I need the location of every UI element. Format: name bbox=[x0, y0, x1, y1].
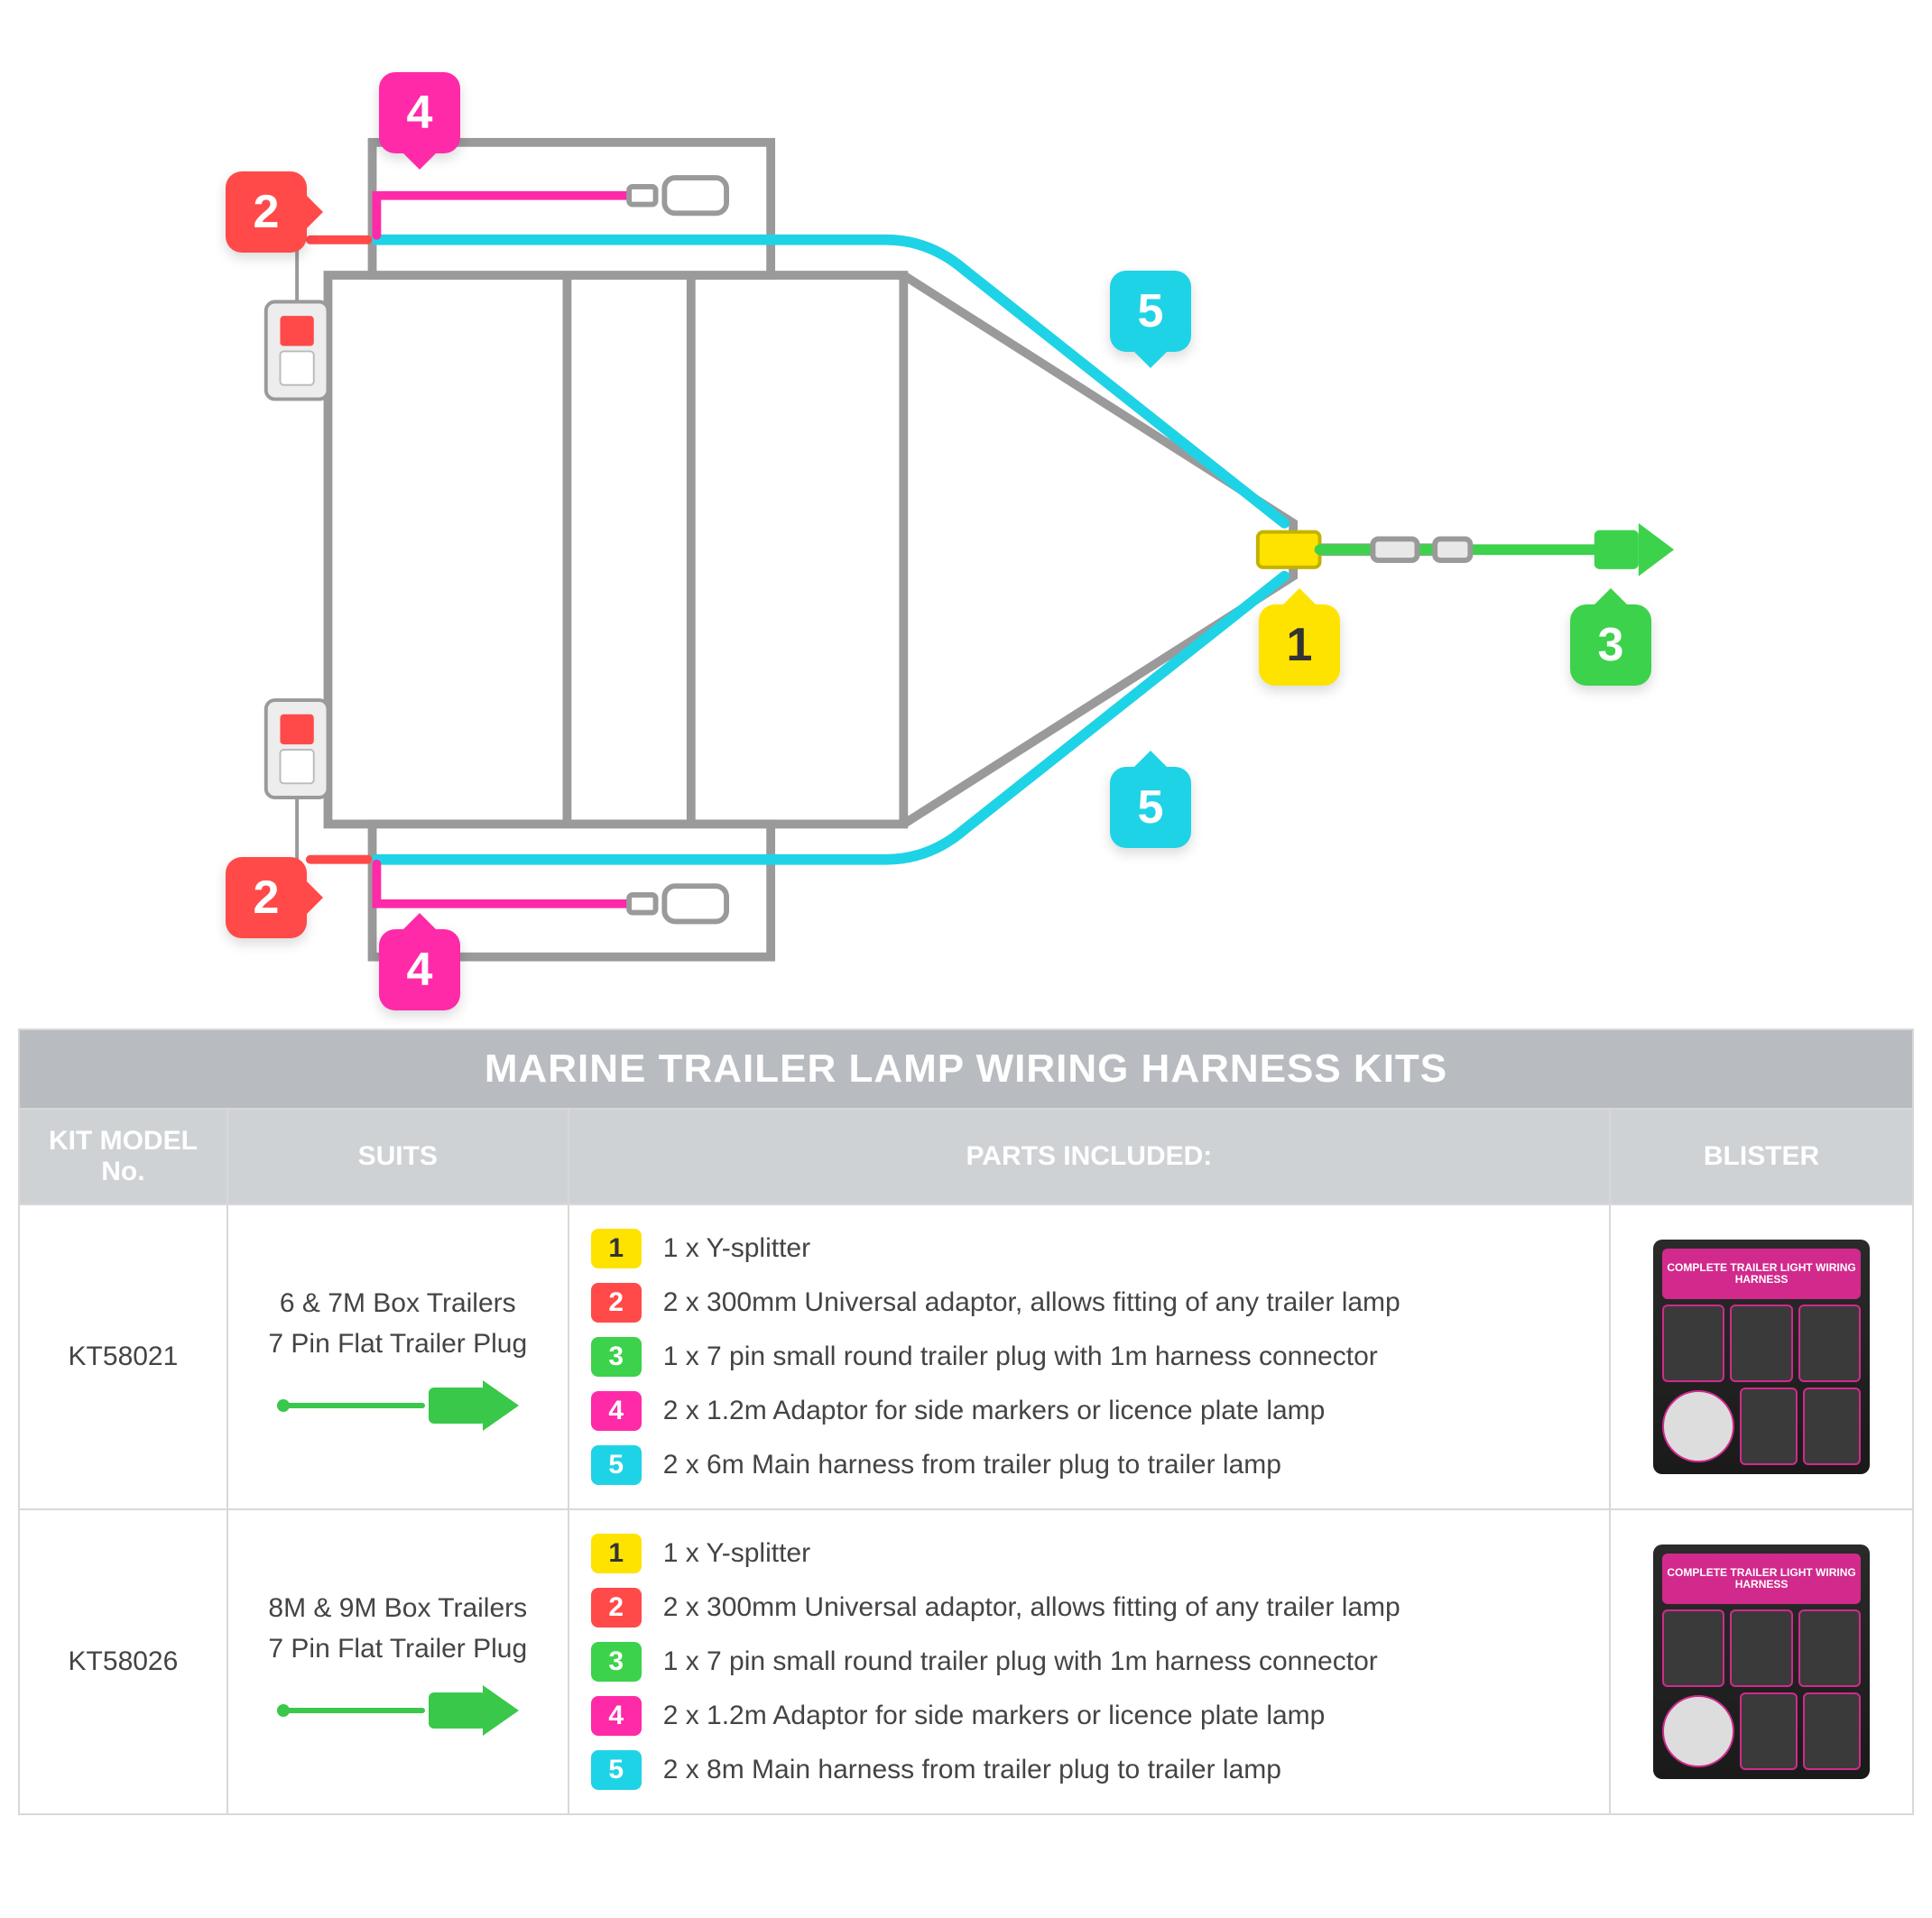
callout-1-label: 1 bbox=[1287, 618, 1313, 672]
cell-model: KT58021 bbox=[19, 1204, 227, 1509]
part-text: 2 x 1.2m Adaptor for side markers or lic… bbox=[663, 1701, 1326, 1731]
hdr-blister: BLISTER bbox=[1610, 1109, 1913, 1204]
part-text: 2 x 1.2m Adaptor for side markers or lic… bbox=[663, 1396, 1326, 1426]
flat-plug-icon bbox=[281, 1685, 515, 1736]
part-tag-4: 4 bbox=[591, 1391, 642, 1431]
suits-text: 6 & 7M Box Trailers7 Pin Flat Trailer Pl… bbox=[250, 1283, 546, 1364]
part-text: 2 x 8m Main harness from trailer plug to… bbox=[663, 1755, 1281, 1785]
suits-text: 8M & 9M Box Trailers7 Pin Flat Trailer P… bbox=[250, 1588, 546, 1669]
callout-2-label: 2 bbox=[254, 185, 280, 239]
callout-2-label: 2 bbox=[254, 871, 280, 925]
cell-blister: COMPLETE TRAILER LIGHT WIRING HARNESS bbox=[1610, 1509, 1913, 1814]
callout-3-label: 3 bbox=[1598, 618, 1624, 672]
callout-5-top: 5 bbox=[1110, 271, 1191, 352]
part-tag-3: 3 bbox=[591, 1337, 642, 1377]
cell-parts: 1 1 x Y-splitter 2 2 x 300mm Universal adap… bbox=[569, 1509, 1610, 1814]
part-item: 2 2 x 300mm Universal adaptor, allows fit… bbox=[591, 1276, 1587, 1330]
part-item: 1 1 x Y-splitter bbox=[591, 1222, 1587, 1276]
callout-4-bottom: 4 bbox=[379, 929, 460, 1010]
spec-table: MARINE TRAILER LAMP WIRING HARNESS KITS … bbox=[18, 1028, 1914, 1815]
part-text: 1 x Y-splitter bbox=[663, 1233, 810, 1264]
part-tag-1: 1 bbox=[591, 1534, 642, 1573]
callout-1: 1 bbox=[1259, 604, 1340, 686]
part-item: 4 2 x 1.2m Adaptor for side markers or li… bbox=[591, 1384, 1587, 1438]
hdr-model: KIT MODEL No. bbox=[19, 1109, 227, 1204]
callout-4-label: 4 bbox=[407, 86, 433, 140]
cell-model: KT58026 bbox=[19, 1509, 227, 1814]
blister-pack-icon: COMPLETE TRAILER LIGHT WIRING HARNESS bbox=[1653, 1240, 1870, 1474]
table-row: KT58021 6 & 7M Box Trailers7 Pin Flat Tra… bbox=[19, 1204, 1913, 1509]
part-tag-3: 3 bbox=[591, 1642, 642, 1682]
callout-5-bottom: 5 bbox=[1110, 767, 1191, 848]
cell-blister: COMPLETE TRAILER LIGHT WIRING HARNESS bbox=[1610, 1204, 1913, 1509]
cell-suits: 8M & 9M Box Trailers7 Pin Flat Trailer P… bbox=[227, 1509, 569, 1814]
part-item: 2 2 x 300mm Universal adaptor, allows fit… bbox=[591, 1581, 1587, 1635]
hdr-parts: PARTS INCLUDED: bbox=[569, 1109, 1610, 1204]
part-item: 3 1 x 7 pin small round trailer plug with… bbox=[591, 1330, 1587, 1384]
part-text: 2 x 6m Main harness from trailer plug to… bbox=[663, 1450, 1281, 1480]
trailer-wiring-diagram: 1 2 2 3 4 4 5 5 bbox=[18, 18, 1914, 1010]
hdr-suits: SUITS bbox=[227, 1109, 569, 1204]
callout-4-top: 4 bbox=[379, 72, 460, 153]
part-text: 1 x Y-splitter bbox=[663, 1538, 810, 1569]
part-text: 2 x 300mm Universal adaptor, allows fitt… bbox=[663, 1592, 1400, 1623]
part-tag-5: 5 bbox=[591, 1750, 642, 1790]
cell-parts: 1 1 x Y-splitter 2 2 x 300mm Universal adap… bbox=[569, 1204, 1610, 1509]
part-text: 1 x 7 pin small round trailer plug with … bbox=[663, 1342, 1378, 1372]
callout-2-bottom: 2 bbox=[226, 857, 307, 938]
part-tag-2: 2 bbox=[591, 1588, 642, 1628]
part-tag-5: 5 bbox=[591, 1445, 642, 1485]
callout-5-label: 5 bbox=[1138, 284, 1164, 338]
part-item: 4 2 x 1.2m Adaptor for side markers or li… bbox=[591, 1689, 1587, 1743]
callout-3: 3 bbox=[1570, 604, 1651, 686]
part-tag-1: 1 bbox=[591, 1229, 642, 1268]
table-title: MARINE TRAILER LAMP WIRING HARNESS KITS bbox=[19, 1029, 1913, 1109]
part-item: 5 2 x 8m Main harness from trailer plug t… bbox=[591, 1743, 1587, 1797]
flat-plug-icon bbox=[281, 1380, 515, 1431]
part-item: 1 1 x Y-splitter bbox=[591, 1526, 1587, 1581]
blister-pack-icon: COMPLETE TRAILER LIGHT WIRING HARNESS bbox=[1653, 1545, 1870, 1779]
callout-4-label: 4 bbox=[407, 943, 433, 997]
cell-suits: 6 & 7M Box Trailers7 Pin Flat Trailer Pl… bbox=[227, 1204, 569, 1509]
part-text: 1 x 7 pin small round trailer plug with … bbox=[663, 1646, 1378, 1677]
table-row: KT58026 8M & 9M Box Trailers7 Pin Flat Tr… bbox=[19, 1509, 1913, 1814]
part-item: 5 2 x 6m Main harness from trailer plug t… bbox=[591, 1438, 1587, 1492]
callout-5-label: 5 bbox=[1138, 780, 1164, 835]
part-tag-2: 2 bbox=[591, 1283, 642, 1323]
part-item: 3 1 x 7 pin small round trailer plug with… bbox=[591, 1635, 1587, 1689]
part-tag-4: 4 bbox=[591, 1696, 642, 1736]
callout-2-top: 2 bbox=[226, 171, 307, 253]
part-text: 2 x 300mm Universal adaptor, allows fitt… bbox=[663, 1287, 1400, 1318]
